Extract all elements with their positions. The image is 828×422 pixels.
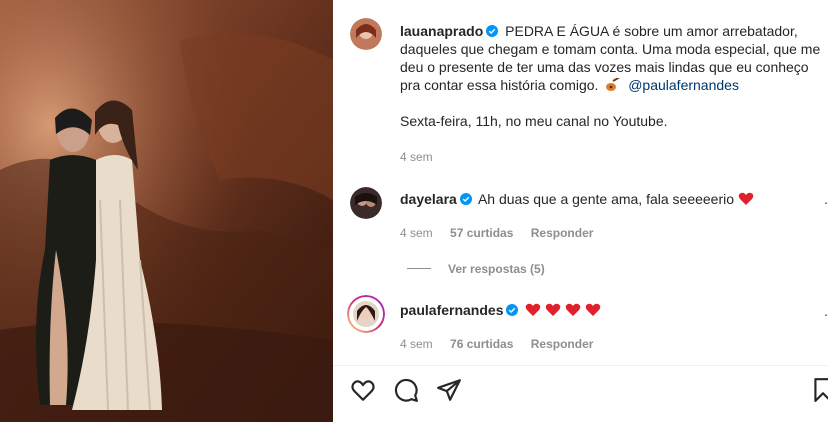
comment-2-meta: 4 sem 76 curtidas Responder (400, 337, 607, 351)
comment-2-author[interactable]: paulafernandes (400, 302, 503, 318)
post-author[interactable]: lauanaprado (400, 23, 483, 39)
guitar-emoji-icon (606, 76, 620, 91)
bookmark-icon[interactable] (812, 377, 828, 403)
caption-line-3: deu o presente de ter uma das vozes mais… (400, 59, 809, 75)
comment-2-time[interactable]: 4 sem (400, 337, 433, 351)
comment-1-meta: 4 sem 57 curtidas Responder (400, 226, 607, 240)
comment-2-reply-button[interactable]: Responder (531, 337, 594, 351)
comment-2-likes[interactable]: 76 curtidas (450, 337, 513, 351)
comment-1-time[interactable]: 4 sem (400, 226, 433, 240)
comment-1-more-icon[interactable]: ⋯ (824, 196, 828, 210)
mention-link[interactable]: @paulafernandes (628, 77, 739, 93)
comment-1-likes[interactable]: 57 curtidas (450, 226, 513, 240)
red-heart-emoji-icon (545, 303, 561, 316)
red-heart-emoji-icon (526, 303, 541, 316)
comment-icon[interactable] (393, 377, 419, 403)
comment-1-text: dayelara Ah duas que a gente ama, fala s… (400, 190, 820, 208)
comment-1-author[interactable]: dayelara (400, 191, 457, 207)
caption-line-4: pra contar essa história comigo. (400, 77, 599, 93)
verified-icon (459, 193, 472, 205)
comment-avatar-paulafernandes[interactable] (347, 295, 385, 333)
comment-avatar-dayelara[interactable] (350, 187, 382, 219)
view-replies-line (407, 268, 431, 269)
verified-icon (486, 25, 499, 37)
comment-1-reply-button[interactable]: Responder (531, 226, 594, 240)
post-timestamp[interactable]: 4 sem (400, 150, 447, 164)
red-heart-emoji-icon (565, 303, 581, 316)
caption-line-2: daqueles que chegam e tomam conta. Uma m… (400, 41, 821, 57)
share-icon[interactable] (436, 377, 462, 403)
comment-1-body: Ah duas que a gente ama, fala seeeeerio (477, 191, 735, 207)
post-panel: lauanaprado PEDRA E ÁGUA é sobre um amor… (333, 0, 828, 422)
comment-2-text: paulafernandes (400, 301, 820, 319)
caption-paragraph-2: Sexta-feira, 11h, no meu canal no Youtub… (400, 113, 668, 129)
view-replies-button[interactable]: Ver respostas (5) (448, 262, 545, 276)
red-heart-emoji-icon (585, 303, 601, 316)
caption-line-1: PEDRA E ÁGUA é sobre um amor arrebatador… (505, 23, 798, 39)
author-avatar[interactable] (350, 18, 382, 50)
heart-icon[interactable] (350, 377, 376, 403)
post-photo (0, 0, 333, 422)
actions-divider (333, 365, 828, 366)
post-caption: lauanaprado PEDRA E ÁGUA é sobre um amor… (400, 22, 828, 130)
comment-2-more-icon[interactable]: ⋯ (824, 308, 828, 322)
verified-icon (506, 304, 519, 316)
red-heart-emoji-icon (738, 192, 754, 205)
